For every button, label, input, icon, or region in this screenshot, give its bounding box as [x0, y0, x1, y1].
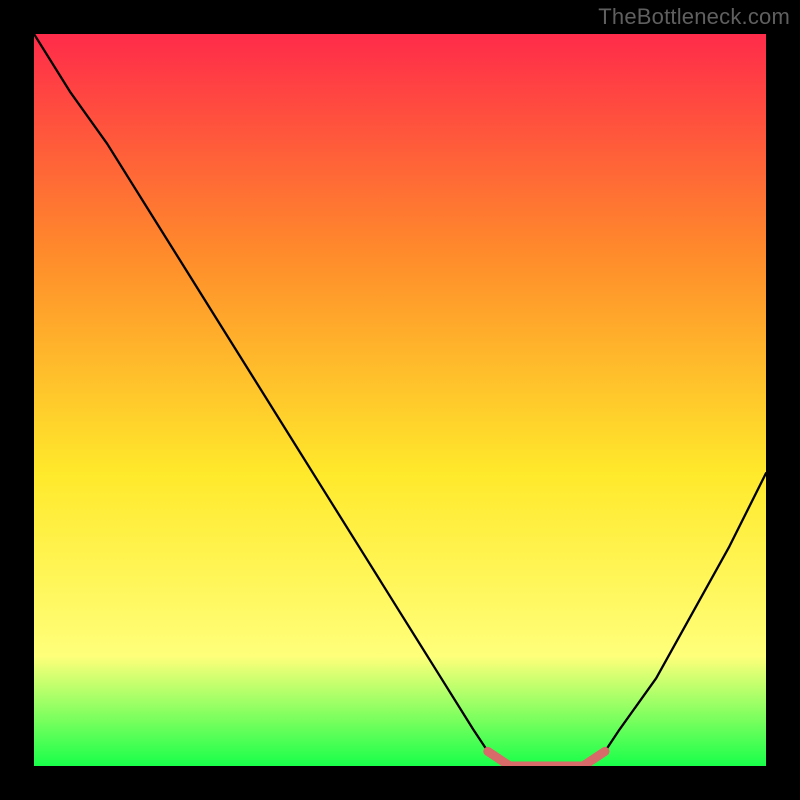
chart-frame: TheBottleneck.com	[0, 0, 800, 800]
watermark-text: TheBottleneck.com	[598, 4, 790, 30]
plot-area	[34, 34, 766, 766]
chart-svg	[34, 34, 766, 766]
gradient-rect	[34, 34, 766, 766]
